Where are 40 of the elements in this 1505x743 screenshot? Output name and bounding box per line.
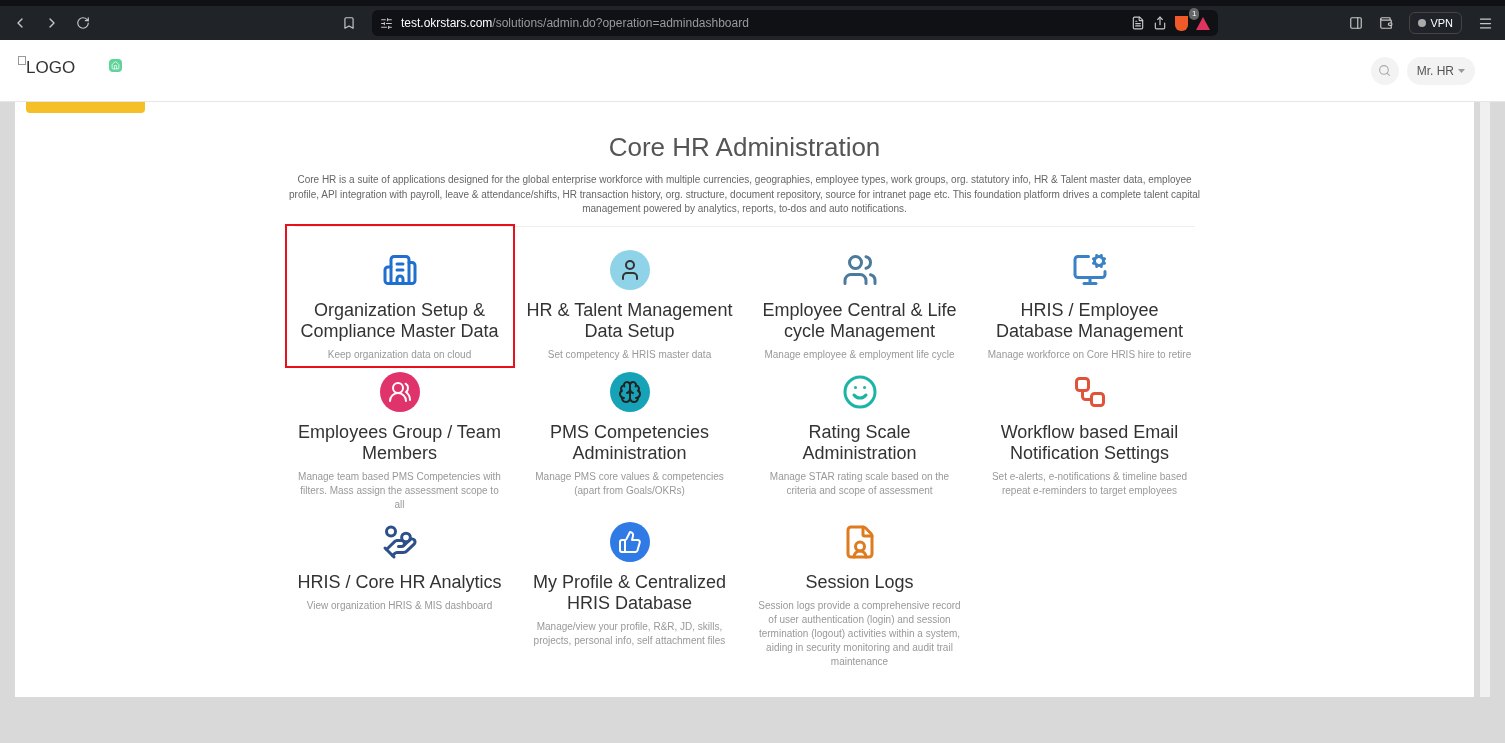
module-tile[interactable]: Workflow based Email Notification Settings Set e-alerts, e-notifications & timeline based repeat e-reminders to target employees bbox=[974, 367, 1205, 518]
module-tile[interactable]: PMS Competencies Administration Manage PMS core values & competencies (apart from Goals/OKRs) bbox=[514, 367, 745, 518]
tile-title: HR & Talent Management Data Setup bbox=[525, 299, 734, 342]
tile-description: Manage/view your profile, R&R, JD, skills, projects, personal info, self attachment files bbox=[532, 619, 727, 648]
user-menu-button[interactable]: Mr. HR bbox=[1406, 56, 1475, 85]
shield-badge: 1 bbox=[1189, 7, 1200, 20]
module-tile[interactable]: Employee Central & Life cycle Management Manage employee & employment life cycle bbox=[744, 223, 975, 368]
vpn-button[interactable]: VPN bbox=[1409, 11, 1462, 35]
page-title: Core HR Administration bbox=[608, 131, 881, 164]
tile-title: Employees Group / Team Members bbox=[297, 421, 502, 464]
tile-description: Keep organization data on cloud bbox=[327, 347, 472, 362]
tile-title: PMS Competencies Administration bbox=[548, 421, 711, 464]
tile-description: Manage STAR rating scale based on the criteria and scope of assessment bbox=[768, 469, 951, 498]
tile-description: Set competency & HRIS master data bbox=[547, 347, 712, 362]
module-tile[interactable]: Organization Setup & Compliance Master Data Keep organization data on cloud bbox=[284, 223, 515, 368]
tile-title: My Profile & Centralized HRIS Database bbox=[531, 571, 728, 614]
tile-description: Manage team based PMS Competencies with filters. Mass assign the assessment scope to all bbox=[297, 469, 502, 512]
tile-title: Rating Scale Administration bbox=[801, 421, 918, 464]
tile-title: Workflow based Email Notification Settings bbox=[999, 421, 1180, 464]
page-description: Core HR is a suite of applications designed for the global enterprise workforce with multiple currencies, geographies, employee types, work groups, org. statutory info, HR & Talent master data, employee profile, API integration with payroll, leave & attendance/shifts, HR transaction history, org. structure, document repository, source for intranet page etc. This foundation platform drives a complete talent capital management powered by analytics, reports, to-dos and auto notifications. bbox=[288, 173, 1201, 216]
module-tile[interactable]: Rating Scale Administration Manage STAR rating scale based on the criteria and scope of assessment bbox=[744, 367, 975, 518]
tile-description: Manage employee & employment life cycle bbox=[764, 347, 955, 362]
tile-description: View organization HRIS & MIS dashboard bbox=[306, 598, 493, 613]
module-tile[interactable]: HRIS / Core HR Analytics View organization HRIS & MIS dashboard bbox=[284, 517, 515, 675]
module-tile[interactable]: HR & Talent Management Data Setup Set competency & HRIS master data bbox=[514, 223, 745, 368]
logo-alt-text: LOGO bbox=[26, 56, 76, 79]
tile-title: HRIS / Employee Database Management bbox=[994, 299, 1185, 342]
tile-description: Manage PMS core values & competencies (apart from Goals/OKRs) bbox=[534, 469, 725, 498]
tile-description: Manage workforce on Core HRIS hire to retire bbox=[987, 347, 1192, 362]
tile-title: Organization Setup & Compliance Master Data bbox=[299, 299, 500, 342]
module-tile[interactable]: HRIS / Employee Database Management Manage workforce on Core HRIS hire to retire bbox=[974, 223, 1205, 368]
url-text: test.okrstars.com/solutions/admin.do?operation=admindashboard bbox=[401, 15, 749, 32]
tile-title: HRIS / Core HR Analytics bbox=[297, 571, 502, 593]
module-tile[interactable]: Employees Group / Team Members Manage team based PMS Competencies with filters. Mass assign the assessment scope to all bbox=[284, 367, 515, 518]
tile-description: Session logs provide a comprehensive record of user authentication (login) and session termination (logout) activities within a system, aiding in security monitoring and audit trail maintenance bbox=[757, 598, 962, 669]
address-bar[interactable]: test.okrstars.com/solutions/admin.do?operation=admindashboard 1 bbox=[372, 10, 1218, 36]
tile-title: Session Logs bbox=[805, 571, 914, 593]
module-tile[interactable]: My Profile & Centralized HRIS Database Manage/view your profile, R&R, JD, skills, projects, personal info, self attachment files bbox=[514, 517, 745, 675]
tile-description: Set e-alerts, e-notifications & timeline based repeat e-reminders to target employees bbox=[990, 469, 1189, 498]
tile-title: Employee Central & Life cycle Management bbox=[761, 299, 958, 342]
